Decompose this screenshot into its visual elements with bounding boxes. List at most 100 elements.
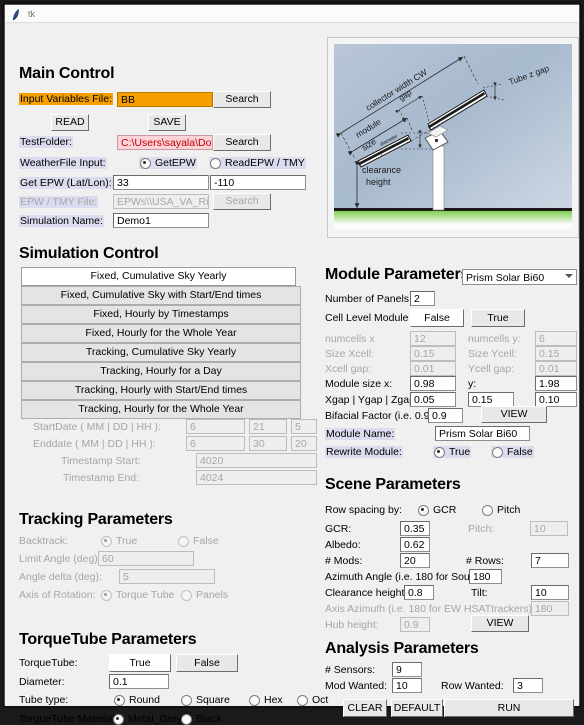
radio-material-black[interactable]: Black [181,713,222,725]
enddate-hour-input[interactable]: 20 [291,436,317,451]
radio-getepw[interactable]: GetEPW [139,157,197,169]
sim-option-7[interactable]: Tracking, Hourly for the Whole Year [21,400,301,419]
num-mods-input[interactable]: 20 [400,553,430,568]
torquetube-true-button[interactable]: True [109,654,171,672]
sim-option-6[interactable]: Tracking, Hourly with Start/End times [21,381,301,400]
axis-of-rotation-label: Axis of Rotation: [19,589,96,601]
cell-level-false-button[interactable]: False [410,309,464,327]
radio-axis-panels[interactable]: Panels [181,589,228,601]
mod-wanted-label: Mod Wanted: [325,680,388,692]
timestamp-start-input[interactable]: 4020 [196,453,317,468]
epw-tmy-search-button[interactable]: Search [213,193,271,210]
num-sensors-input[interactable]: 9 [392,662,422,677]
radio-dot-rowspacing-gcr [418,504,429,516]
startdate-month-input[interactable]: 6 [186,419,245,434]
radio-axis-torquetube[interactable]: Torque Tube [101,589,174,601]
number-of-panels-input[interactable]: 2 [410,291,435,306]
save-button[interactable]: SAVE [148,114,186,131]
numcells-y-input[interactable]: 6 [535,331,577,346]
enddate-month-input[interactable]: 6 [186,436,245,451]
simulation-name-input[interactable]: Demo1 [113,213,209,228]
num-rows-input[interactable]: 7 [531,553,569,568]
radio-rowspacing-pitch[interactable]: Pitch [482,504,520,516]
startdate-label: StartDate ( MM | DD | HH ): [33,421,161,433]
angle-delta-input[interactable]: 5 [119,569,215,584]
angle-delta-label: Angle delta (deg): [19,571,102,583]
torquetube-false-button[interactable]: False [176,654,238,672]
module-view-button[interactable]: VIEW [481,406,547,423]
radio-rewrite-false[interactable]: False [491,446,534,458]
sim-option-4[interactable]: Tracking, Cumulative Sky Yearly [21,343,301,362]
module-name-input[interactable]: Prism Solar Bi60 [435,426,530,441]
ygap-input[interactable]: 0.15 [468,392,514,407]
clearance-height-input[interactable]: 0.8 [404,585,434,600]
hub-height-input[interactable]: 0.9 [400,617,430,632]
axis-azimuth-input[interactable]: 180 [531,601,569,616]
testfolder-search-button[interactable]: Search [213,134,271,151]
sim-option-2[interactable]: Fixed, Hourly by Timestamps [21,305,301,324]
sim-option-0[interactable]: Fixed, Cumulative Sky Yearly [21,267,296,286]
albedo-input[interactable]: 0.62 [400,537,430,552]
radio-tubetype-round[interactable]: Round [114,694,160,706]
numcells-x-input[interactable]: 12 [410,331,456,346]
tilt-label: Tilt: [471,587,488,599]
input-variables-file-label: Input Variables File: [19,93,114,105]
testfolder-input[interactable]: C:\Users\sayala\Docun [117,135,213,150]
input-variables-file-input[interactable]: BB [117,92,213,107]
latitude-input[interactable]: 33 [113,175,209,190]
run-button[interactable]: RUN [444,699,574,717]
limit-angle-input[interactable]: 60 [98,551,194,566]
epw-tmy-file-input[interactable]: EPWs\\USA_VA_Richm [113,194,209,209]
scene-view-button[interactable]: VIEW [471,615,529,632]
num-sensors-label: # Sensors: [325,664,376,676]
tilt-input[interactable]: 10 [531,585,569,600]
radio-material-metalgrey[interactable]: Metal_Grey [113,713,182,725]
numcells-y-label: numcells y: [468,333,521,345]
mod-wanted-input[interactable]: 10 [392,678,422,693]
gcr-input[interactable]: 0.35 [400,521,430,536]
size-xcell-input[interactable]: 0.15 [410,346,456,361]
radio-label-rowspacing-pitch: Pitch [497,504,521,516]
sim-option-3[interactable]: Fixed, Hourly for the Whole Year [21,324,301,343]
radio-backtrack-true[interactable]: True [101,535,137,547]
read-button[interactable]: READ [51,114,89,131]
azimuth-angle-input[interactable]: 180 [469,569,502,584]
clear-button[interactable]: CLEAR [343,699,387,717]
radio-label-axis-torquetube: Torque Tube [116,589,175,601]
ycell-gap-input[interactable]: 0.01 [535,361,577,376]
scene-parameters-heading: Scene Parameters [325,476,461,493]
radio-dot-getepw [140,157,151,169]
module-select-dropdown[interactable]: Prism Solar Bi60 [462,269,577,285]
radio-tubetype-oct[interactable]: Oct [297,694,328,706]
cell-level-true-button[interactable]: True [471,309,525,327]
sim-option-5[interactable]: Tracking, Hourly for a Day [21,362,301,381]
module-size-x-input[interactable]: 0.98 [410,376,456,391]
xcell-gap-input[interactable]: 0.01 [410,361,456,376]
longitude-input[interactable]: -110 [210,175,306,190]
tk-feather-icon [11,8,22,20]
bifacial-factor-input[interactable]: 0.9 [428,408,463,423]
radio-tubetype-hex[interactable]: Hex [249,694,283,706]
row-wanted-input[interactable]: 3 [513,678,543,693]
radio-rowspacing-gcr[interactable]: GCR [418,504,456,516]
module-size-y-input[interactable]: 1.98 [535,376,577,391]
startdate-day-input[interactable]: 21 [249,419,287,434]
sim-option-1[interactable]: Fixed, Cumulative Sky with Start/End tim… [21,286,301,305]
row-wanted-label: Row Wanted: [441,680,504,692]
radio-rewrite-true[interactable]: True [433,446,472,458]
default-button[interactable]: DEFAULT [391,699,443,717]
enddate-day-input[interactable]: 30 [249,436,287,451]
zgap-input[interactable]: 0.10 [535,392,577,407]
size-ycell-input[interactable]: 0.15 [535,346,577,361]
radio-tubetype-square[interactable]: Square [181,694,230,706]
startdate-hour-input[interactable]: 5 [291,419,317,434]
pitch-input[interactable]: 10 [530,521,568,536]
diameter-input[interactable]: 0.1 [109,674,169,689]
timestamp-end-input[interactable]: 4024 [196,470,317,485]
radio-backtrack-false[interactable]: False [178,535,219,547]
backtrack-label: Backtrack: [19,535,69,547]
xgap-input[interactable]: 0.05 [410,392,456,407]
radio-readepw-tmy[interactable]: ReadEPW / TMY [209,157,306,169]
input-variables-search-button[interactable]: Search [213,91,271,108]
radio-dot-rewrite-true [434,446,445,458]
